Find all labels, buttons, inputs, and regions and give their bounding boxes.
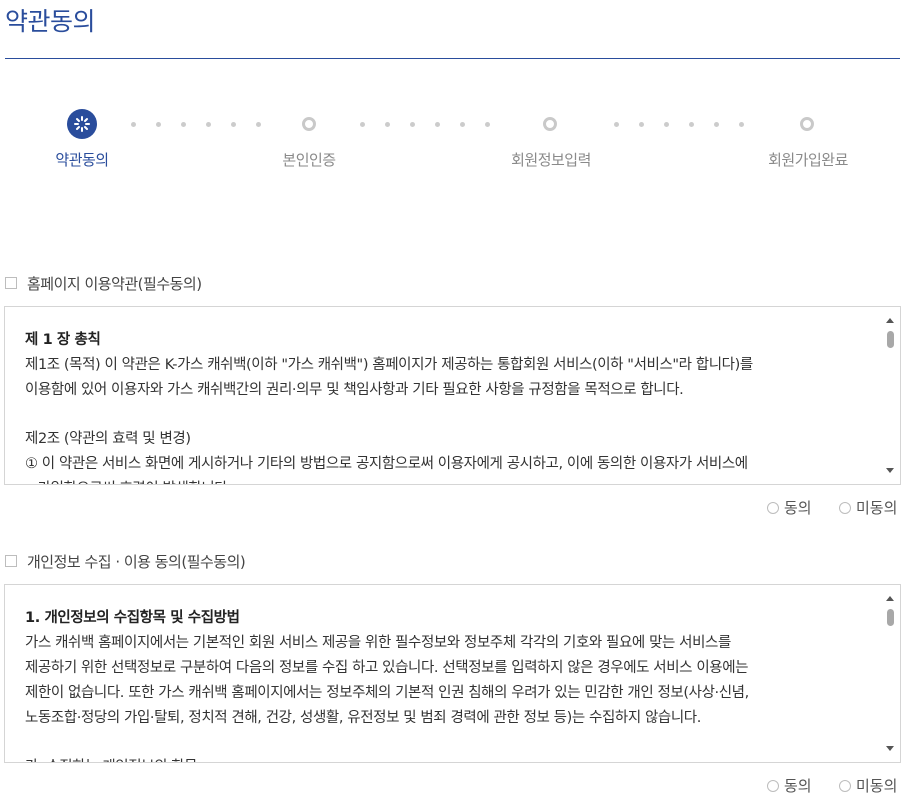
step-label-terms: 약관동의 — [55, 151, 109, 169]
terms-line-blank — [25, 403, 860, 427]
step-connector-dot — [485, 122, 490, 127]
scroll-down-arrow-icon[interactable] — [886, 746, 894, 751]
terms-scroll-box[interactable]: 제 1 장 총칙 제1조 (목적) 이 약관은 K-가스 캐쉬백(이하 "가스 … — [4, 306, 901, 485]
privacy-agree-checkbox[interactable] — [5, 555, 17, 567]
privacy-section-title: 개인정보 수집 · 이용 동의(필수동의) — [27, 553, 246, 571]
step-connector-dot — [385, 122, 390, 127]
privacy-agree-label: 동의 — [784, 777, 812, 795]
privacy-line: 노동조합·정당의 가입·탈퇴, 정치적 견해, 건강, 성생활, 유전정보 및 … — [25, 710, 701, 726]
step-2-icon — [302, 117, 316, 131]
privacy-line: 제한이 없습니다. 또한 가스 캐쉬백 홈페이지에서는 정보주체의 기본적 인권… — [25, 685, 749, 701]
terms-scrollbar[interactable] — [882, 308, 899, 483]
step-label-complete: 회원가입완료 — [768, 151, 848, 169]
scroll-up-arrow-icon[interactable] — [886, 318, 894, 323]
loading-spinner-icon — [74, 116, 90, 132]
terms-line: ① 이 약관은 서비스 화면에 게시하거나 기타의 방법으로 공지함으로써 이용… — [25, 456, 748, 472]
step-connector-dot — [360, 122, 365, 127]
step-connector-dot — [181, 122, 186, 127]
step-connector-dot — [739, 122, 744, 127]
step-connector-dot — [714, 122, 719, 127]
terms-agree-radio[interactable]: 동의 — [767, 497, 812, 518]
privacy-scrollbar[interactable] — [882, 586, 899, 761]
scroll-thumb[interactable] — [887, 331, 894, 348]
step-connector-dot — [664, 122, 669, 127]
privacy-line: 제공하기 위한 선택정보로 구분하여 다음의 정보를 수집 하고 있습니다. 선… — [25, 660, 749, 676]
privacy-disagree-radio[interactable]: 미동의 — [839, 775, 897, 796]
privacy-agree-radio[interactable]: 동의 — [767, 775, 812, 796]
step-connector-dot — [614, 122, 619, 127]
step-1-active-icon — [67, 109, 97, 139]
step-connector-dot — [435, 122, 440, 127]
step-connector-dot — [410, 122, 415, 127]
step-connector-dot — [231, 122, 236, 127]
scroll-down-arrow-icon[interactable] — [886, 468, 894, 473]
radio-icon[interactable] — [839, 502, 851, 514]
terms-line: 이용함에 있어 이용자와 가스 캐쉬백간의 권리·의무 및 책임사항과 기타 필… — [25, 382, 684, 398]
step-4-icon — [800, 117, 814, 131]
step-connector-dot — [256, 122, 261, 127]
step-connector-dot — [156, 122, 161, 127]
terms-line: 제1조 (목적) 이 약관은 K-가스 캐쉬백(이하 "가스 캐쉬백") 홈페이… — [25, 357, 753, 373]
radio-icon[interactable] — [767, 502, 779, 514]
terms-agree-label: 동의 — [784, 499, 812, 517]
radio-icon[interactable] — [839, 780, 851, 792]
privacy-disagree-label: 미동의 — [856, 777, 898, 795]
step-3-icon — [543, 117, 557, 131]
step-connector-dot — [206, 122, 211, 127]
terms-agree-checkbox[interactable] — [5, 277, 17, 289]
terms-line: 제2조 (약관의 효력 및 변경) — [25, 431, 191, 447]
privacy-line: 가스 캐쉬백 홈페이지에서는 기본적인 회원 서비스 제공을 위한 필수정보와 … — [25, 635, 731, 651]
radio-icon[interactable] — [767, 780, 779, 792]
step-label-verification: 본인인증 — [282, 151, 336, 169]
step-connector-dot — [639, 122, 644, 127]
terms-heading: 제 1 장 총칙 — [25, 332, 101, 348]
privacy-line: 가. 수집하는 개인정보의 항목 — [25, 755, 860, 762]
step-connector-dot — [460, 122, 465, 127]
privacy-line-blank — [25, 731, 860, 755]
terms-content: 제 1 장 총칙 제1조 (목적) 이 약관은 K-가스 캐쉬백(이하 "가스 … — [25, 328, 860, 484]
privacy-content: 1. 개인정보의 수집항목 및 수집방법 가스 캐쉬백 홈페이지에서는 기본적인… — [25, 606, 860, 762]
step-connector-dot — [131, 122, 136, 127]
privacy-heading: 1. 개인정보의 수집항목 및 수집방법 — [25, 610, 240, 626]
scroll-up-arrow-icon[interactable] — [886, 596, 894, 601]
title-divider — [5, 58, 900, 59]
terms-disagree-radio[interactable]: 미동의 — [839, 497, 897, 518]
scroll-thumb[interactable] — [887, 609, 894, 626]
terms-line: 가입함으로써 효력이 발생합니다. — [25, 477, 860, 484]
privacy-scroll-box[interactable]: 1. 개인정보의 수집항목 및 수집방법 가스 캐쉬백 홈페이지에서는 기본적인… — [4, 584, 901, 763]
page-title: 약관동의 — [5, 7, 96, 36]
step-connector-dot — [689, 122, 694, 127]
terms-section-title: 홈페이지 이용약관(필수동의) — [27, 275, 202, 293]
terms-disagree-label: 미동의 — [856, 499, 898, 517]
step-label-member-info: 회원정보입력 — [511, 151, 591, 169]
